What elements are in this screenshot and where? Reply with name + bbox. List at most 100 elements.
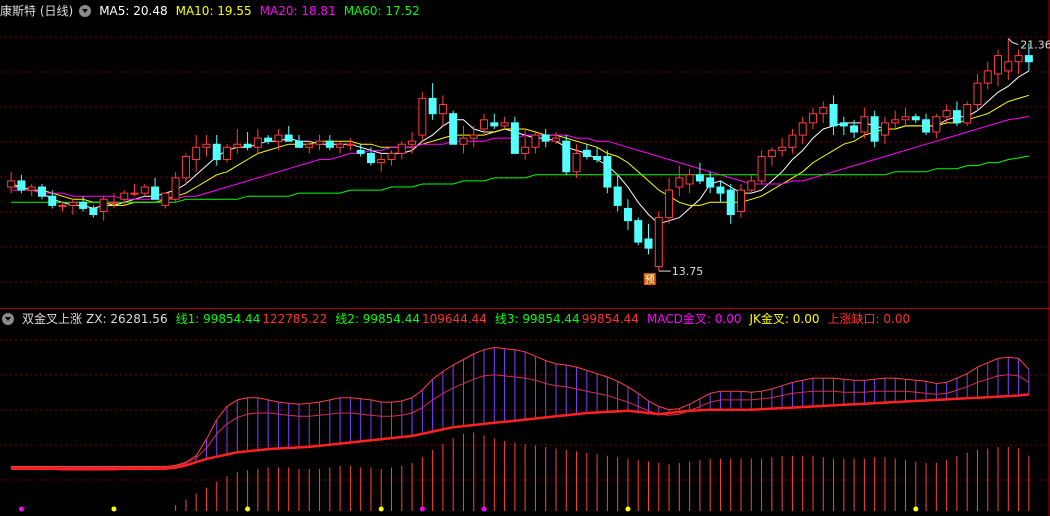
candle-body-up: [397, 143, 406, 154]
candle-body-down: [850, 125, 859, 133]
chart-canvas[interactable]: 21.36 13.75 预: [0, 0, 1050, 516]
candle-body-down: [510, 122, 519, 154]
line2-value: 109644.44: [422, 312, 487, 326]
candle: [603, 150, 612, 194]
candle: [418, 92, 427, 142]
candle-body-up: [233, 143, 242, 148]
candle-body-up: [798, 122, 807, 136]
candle: [459, 125, 468, 154]
candle: [819, 101, 828, 123]
candle-body-down: [593, 155, 602, 161]
candle: [130, 183, 139, 197]
candle-body-up: [27, 186, 36, 191]
candle-body-up: [377, 159, 386, 164]
candle-body-down: [644, 238, 653, 249]
candle: [901, 107, 910, 126]
candle-body-up: [994, 55, 1003, 75]
candle-body-down: [582, 149, 591, 157]
candle-body-down: [89, 207, 98, 216]
candle: [829, 95, 838, 136]
candle: [654, 211, 663, 272]
candle: [408, 132, 417, 154]
candle: [181, 153, 190, 184]
candle-body-down: [695, 174, 704, 182]
candle: [284, 125, 293, 142]
candle-body-up: [963, 104, 972, 124]
candle-body-down: [839, 122, 848, 127]
candle-body-down: [911, 116, 920, 121]
candle: [346, 138, 355, 151]
candle-body-down: [48, 195, 57, 206]
candle: [27, 183, 36, 197]
candle-body-up: [767, 149, 776, 157]
candle: [253, 128, 262, 154]
candle: [151, 177, 160, 200]
candle-body-down: [1024, 55, 1033, 63]
candle-body-up: [788, 134, 797, 148]
candle-body-up: [819, 107, 828, 115]
candle-body-down: [17, 180, 26, 191]
candle-body-up: [253, 137, 262, 148]
candle-body-up: [757, 155, 766, 182]
indicator-chart[interactable]: [10, 346, 1030, 512]
candle: [428, 83, 437, 120]
candle: [860, 107, 869, 139]
candle: [963, 101, 972, 126]
candle: [880, 116, 889, 145]
candle: [716, 180, 725, 203]
candle: [336, 141, 345, 154]
indicator-panel-header: 双金叉上涨 ZX: 26281.56 线1: 99854.44 122785.22 线2…: [0, 310, 918, 328]
candle: [140, 183, 149, 197]
macd-cross-value: MACD金叉: 0.00: [646, 312, 742, 326]
candle: [79, 196, 88, 212]
candle: [377, 153, 386, 172]
candle: [634, 217, 643, 246]
candle-body-down: [952, 110, 961, 124]
candle-body-down: [634, 220, 643, 243]
candle: [294, 135, 303, 148]
candle-body-up: [130, 192, 139, 195]
candle-body-up: [973, 82, 982, 106]
candle-body-down: [922, 119, 931, 133]
candle-body-up: [1004, 61, 1013, 72]
chevron-down-icon[interactable]: [2, 313, 14, 325]
candle: [37, 183, 46, 200]
candle: [161, 192, 170, 209]
candle: [223, 144, 232, 163]
candle: [510, 116, 519, 154]
macd-cross-dot: [18, 506, 24, 512]
candle: [264, 135, 273, 145]
candle-body-up: [665, 189, 674, 219]
candle: [747, 174, 756, 194]
indicator-title: 双金叉上涨: [22, 312, 83, 326]
candle-body-up: [202, 143, 211, 148]
jk-cross-value: JK金叉: 0.00: [749, 312, 820, 326]
gap-up-value: 上涨缺口: 0.00: [827, 312, 911, 326]
candle-body-up: [7, 180, 16, 188]
candle: [274, 128, 283, 151]
candle: [500, 116, 509, 129]
candle-body-up: [305, 143, 314, 148]
candle: [665, 177, 674, 224]
chevron-down-icon[interactable]: [79, 5, 92, 17]
candle-body-up: [315, 140, 324, 145]
candle: [839, 116, 848, 136]
macd-cross-dot: [419, 506, 425, 512]
line1-value: 122785.22: [262, 312, 328, 326]
candle-body-down: [284, 134, 293, 142]
jk-cross-dot: [245, 506, 251, 512]
candle-body-up: [387, 152, 396, 161]
candle-body-up: [778, 146, 787, 151]
candle: [17, 174, 26, 194]
candle-body-down: [294, 140, 303, 148]
line2-label: 线2: 99854.44: [335, 312, 421, 326]
price-chart[interactable]: [7, 38, 1033, 272]
jk-cross-dot: [378, 506, 384, 512]
candle: [58, 202, 67, 212]
ma60-value: MA60: 17.52: [343, 4, 420, 18]
candle-body-up: [99, 198, 108, 212]
candle: [233, 128, 242, 154]
candle-body-up: [459, 137, 468, 145]
candle-body-up: [408, 140, 417, 145]
candle-body-up: [500, 122, 509, 127]
